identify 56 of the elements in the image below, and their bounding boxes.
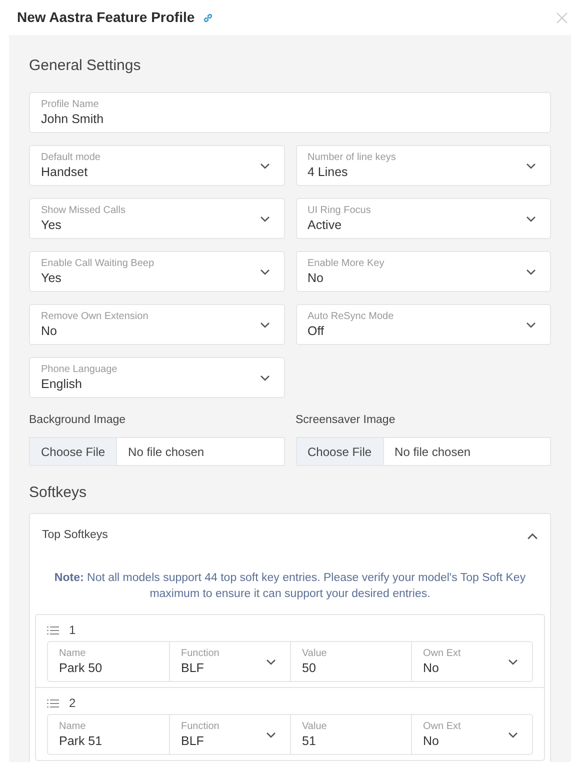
field-label: Number of line keys [308,151,397,164]
select-field[interactable]: Show Missed Calls Yes [29,198,284,239]
chevron-icon [526,268,536,274]
panel-title: Top Softkeys [42,528,108,544]
field-value: Active [308,217,343,233]
field-value: Off [308,323,325,339]
select-field[interactable]: Default mode Handset [29,145,284,186]
field-label: Phone Language [41,363,118,376]
link-icon[interactable] [202,12,213,22]
field-label: Screensaver Image [296,413,396,428]
chevron-icon [260,216,270,222]
chevron-icon [260,374,270,380]
field-value: 4 Lines [308,164,349,180]
select-field[interactable]: Number of line keys 4 Lines [296,145,551,186]
field-label: Default mode [41,151,102,164]
field-label: Background Image [29,413,127,428]
chevron-icon [526,322,536,328]
select-field[interactable]: Remove Own Extension No [29,304,284,345]
field-label: UI Ring Focus [308,204,372,217]
panel-header[interactable]: Top Softkeys [30,514,550,558]
chevron-icon [260,162,270,168]
choose-file-button[interactable]: Choose File [296,438,384,465]
list-icon[interactable] [47,626,59,634]
select-field[interactable]: Auto ReSync Mode Off [296,304,551,345]
note-text: Note: Not all models support 44 top soft key entries. Please verify your model's Top Soft Key maximum to ensure it can support your desired entries. [53,571,527,602]
dialog-title: New Aastra Feature Profile [17,8,195,27]
row-number: 2 [69,695,76,712]
select-field[interactable]: Enable Call Waiting Beep Yes [29,251,284,292]
field-label: Profile Name [41,98,100,111]
field-value: No [41,323,58,339]
select-field[interactable]: UI Ring Focus Active [296,198,551,239]
field-value: Yes [41,217,62,233]
field-value: No [308,270,324,286]
field-value: Handset [41,164,89,180]
list-icon[interactable] [47,698,59,708]
field-value: English [41,376,83,392]
field-label: Enable Call Waiting Beep [41,257,156,270]
input-field[interactable]: Profile Name John Smith [29,92,551,133]
file-status: No file chosen [127,444,204,460]
field-label: Remove Own Extension [41,310,150,323]
choose-file-button[interactable]: Choose File [30,438,118,465]
section-heading: Softkeys [29,483,88,503]
chevron-icon [526,216,536,222]
field-label: Show Missed Calls [41,204,126,217]
select-field[interactable]: Enable More Key No [296,251,551,292]
field-value: John Smith [41,111,105,127]
field-value: Yes [41,270,62,286]
chevron-icon [526,162,536,168]
row-number: 1 [69,622,76,639]
select-field[interactable]: Phone Language English [29,357,284,398]
chevron-icon [260,322,270,328]
field-label: Auto ReSync Mode [308,310,395,323]
section-heading: General Settings [29,56,142,76]
chevron-icon [260,268,270,274]
field-label: Enable More Key [308,257,386,270]
file-status: No file chosen [394,444,471,460]
